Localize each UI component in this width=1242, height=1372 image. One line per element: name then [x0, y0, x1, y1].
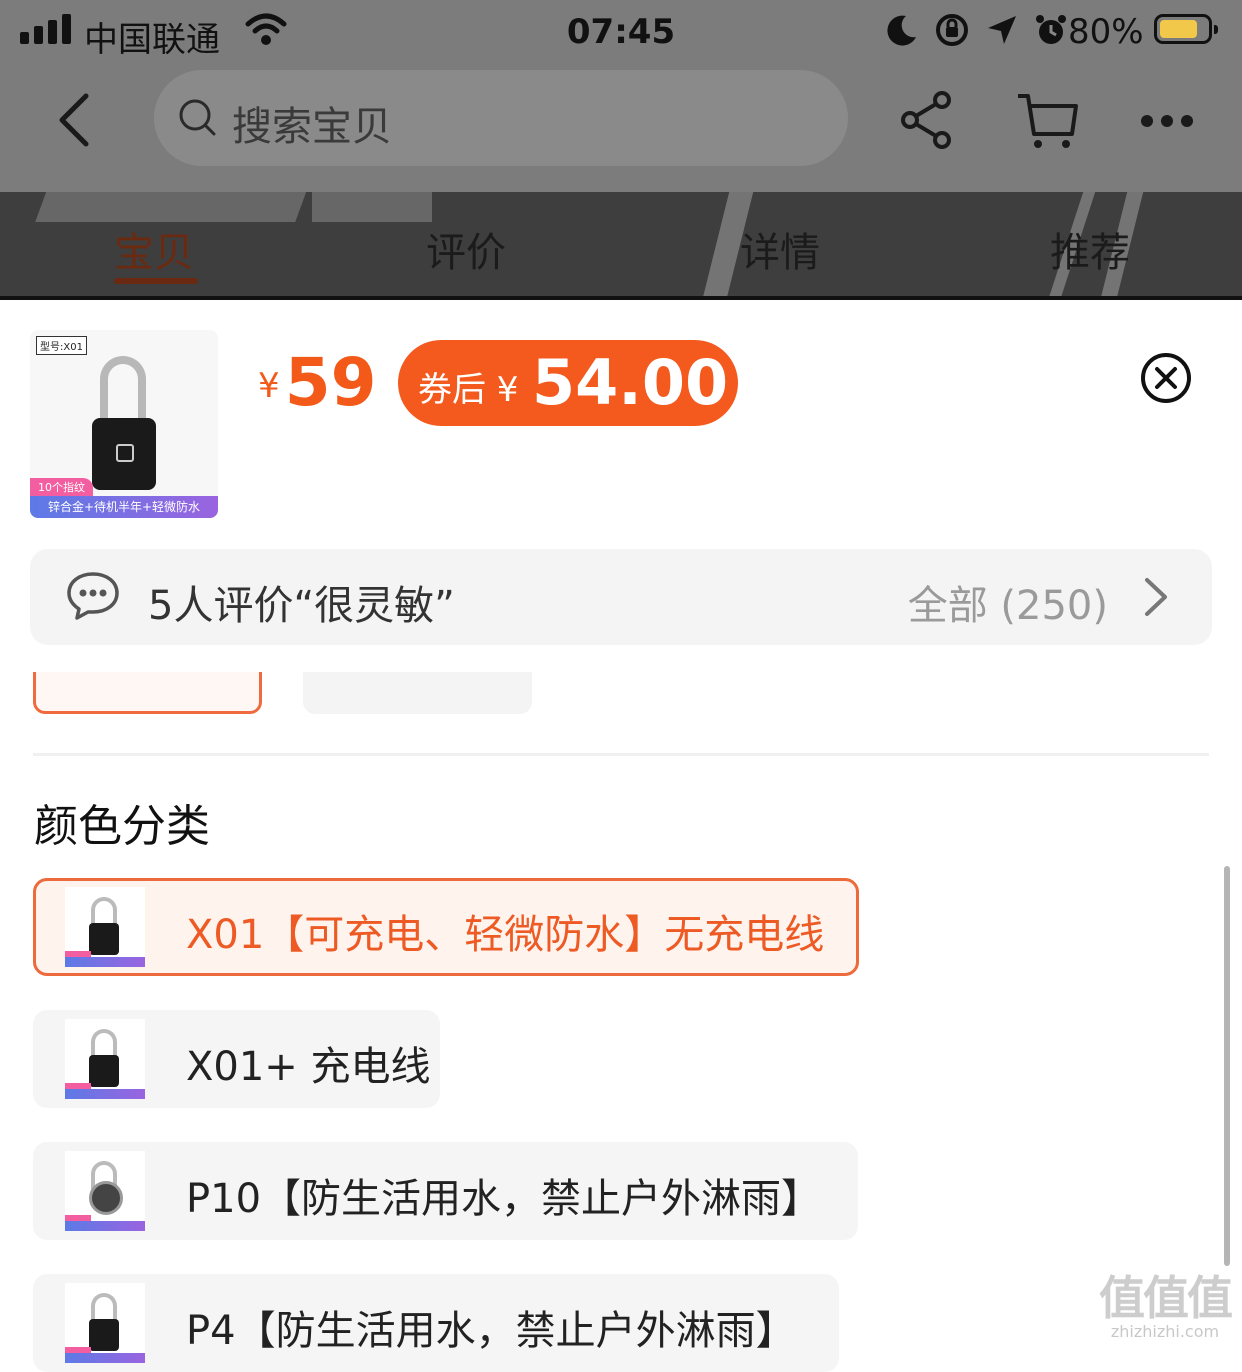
coupon-label: 券后 ¥ [418, 370, 519, 410]
tab-reviews[interactable]: 评价 [426, 220, 506, 278]
tab-recommend[interactable]: 推荐 [1050, 220, 1130, 278]
option-thumbnail [65, 887, 145, 967]
search-icon [179, 99, 216, 136]
option-label: P10【防生活用水，禁止户外淋雨】 [186, 1176, 822, 1222]
share-icon[interactable] [900, 90, 954, 150]
watermark-text: 值值值 [1099, 1271, 1233, 1325]
cart-icon[interactable] [1016, 90, 1080, 152]
product-thumbnail[interactable]: 型号:X01 10个指纹 锌合金+待机半年+轻微防水 [30, 330, 218, 518]
dimmed-page-header: 中国联通 07:45 80% 搜索宝贝 [0, 0, 1242, 192]
tab-details[interactable]: 详情 [740, 220, 820, 278]
watermark-logo: 值值值 zhizhizhi.com [1092, 1262, 1238, 1341]
back-icon[interactable] [50, 90, 100, 150]
coupon-price: 54.00 [532, 346, 729, 419]
model-tag: 型号:X01 [36, 336, 87, 355]
option-label: X01+ 充电线 [186, 1044, 431, 1090]
section-title-color: 颜色分类 [34, 801, 210, 852]
partial-option-selected[interactable] [33, 672, 262, 714]
lock-body [92, 418, 156, 490]
option-thumbnail [65, 1151, 145, 1231]
close-icon[interactable] [1140, 352, 1192, 404]
option-label: X01【可充电、轻微防水】无充电线 [186, 912, 825, 958]
active-tab-indicator [114, 278, 198, 284]
option-p10[interactable]: P10【防生活用水，禁止户外淋雨】 [33, 1142, 858, 1240]
battery-percent: 80% [1068, 12, 1144, 52]
option-p4[interactable]: P4【防生活用水，禁止户外淋雨】 [33, 1274, 839, 1372]
option-label: P4【防生活用水，禁止户外淋雨】 [186, 1308, 796, 1354]
location-icon [988, 16, 1016, 44]
chevron-right-icon [1145, 578, 1167, 616]
moon-icon [887, 15, 916, 46]
all-reviews-link[interactable]: 全部 (250) [908, 573, 1108, 631]
option-x01-with-cable[interactable]: X01+ 充电线 [33, 1010, 440, 1108]
option-x01-no-cable[interactable]: X01【可充电、轻微防水】无充电线 [33, 878, 859, 976]
review-highlight: 5人评价“很灵敏” [148, 583, 455, 629]
search-input[interactable]: 搜索宝贝 [154, 70, 848, 166]
option-thumbnail [65, 1283, 145, 1363]
coupon-price-pill: 券后 ¥ 54.00 [398, 340, 738, 426]
scrollbar[interactable] [1224, 866, 1230, 1266]
thumbnail-footer: 锌合金+待机半年+轻微防水 [30, 496, 218, 518]
rotation-lock-icon [936, 14, 968, 46]
review-summary-bar[interactable]: 5人评价“很灵敏” 全部 (250) [30, 549, 1212, 645]
price: ¥ 59 [258, 344, 377, 421]
sku-sheet: 型号:X01 10个指纹 锌合金+待机半年+轻微防水 ¥ 59 券后 ¥ 54.… [0, 300, 1242, 1372]
top-nav: 搜索宝贝 [0, 68, 1242, 178]
more-icon[interactable] [1140, 114, 1194, 128]
alarm-icon [1036, 15, 1066, 44]
option-thumbnail [65, 1019, 145, 1099]
chat-bubble-icon [67, 572, 119, 620]
product-tabs: 宝贝 评价 详情 推荐 [0, 192, 1242, 298]
search-placeholder: 搜索宝贝 [232, 104, 392, 150]
tab-baobei[interactable]: 宝贝 [114, 220, 194, 278]
partial-option[interactable] [303, 672, 532, 714]
battery-icon [1154, 14, 1218, 44]
status-bar: 中国联通 07:45 80% [0, 0, 1242, 64]
price-value: 59 [284, 344, 377, 421]
lock-shackle [100, 356, 146, 426]
price-symbol: ¥ [258, 366, 280, 406]
fingerprint-tag: 10个指纹 [30, 478, 93, 498]
divider [33, 753, 1209, 756]
